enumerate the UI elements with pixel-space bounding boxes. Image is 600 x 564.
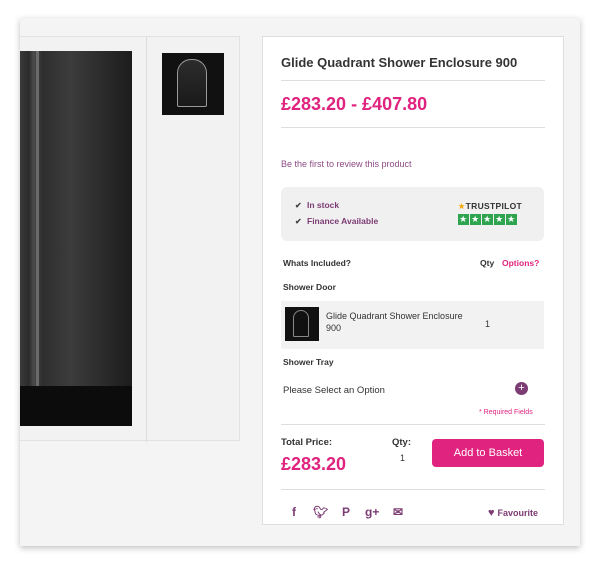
- pinterest-icon[interactable]: P: [339, 505, 353, 519]
- rating-star-icon: ★: [493, 214, 505, 225]
- trustpilot-star-icon: ★: [457, 201, 466, 211]
- qty-heading: Qty: [480, 258, 495, 268]
- check-icon: ✔: [295, 201, 302, 210]
- favourite-label: Favourite: [497, 508, 539, 518]
- door-handle-bar: [36, 51, 39, 426]
- door-thumbnail: [285, 307, 319, 341]
- enclosure-glass-icon: [177, 59, 207, 107]
- finance-line: ✔ Finance Available: [295, 216, 378, 226]
- twitter-icon[interactable]: 🐦︎: [313, 505, 328, 519]
- rating-star-icon: ★: [457, 214, 469, 225]
- divider: [281, 424, 545, 425]
- door-qty: 1: [485, 319, 491, 329]
- email-icon[interactable]: ✉: [391, 505, 405, 519]
- enclosure-glass-icon: [293, 310, 309, 337]
- trustpilot-badge[interactable]: ★TRUSTPILOT ★ ★ ★ ★ ★: [457, 201, 522, 225]
- finance-text: Finance Available: [307, 216, 379, 226]
- page-frame: Glide Quadrant Shower Enclosure 900 £283…: [20, 18, 580, 546]
- gallery-thumbnail[interactable]: [162, 53, 224, 115]
- check-icon: ✔: [295, 217, 302, 226]
- shower-door-label: Shower Door: [283, 282, 336, 292]
- rating-star-icon: ★: [469, 214, 481, 225]
- rating-star-icon: ★: [481, 214, 493, 225]
- facebook-icon[interactable]: f: [287, 505, 301, 519]
- total-price-label: Total Price:: [281, 437, 333, 448]
- google-plus-icon[interactable]: g+: [365, 505, 379, 519]
- shower-tray-label: Shower Tray: [283, 357, 334, 367]
- favourite-button[interactable]: ♥ Favourite: [488, 507, 538, 519]
- trustpilot-rating: ★ ★ ★ ★ ★: [457, 214, 522, 225]
- shower-door-row: Glide Quadrant Shower Enclosure 900 1: [281, 301, 544, 349]
- required-fields-note: * Required Fields: [479, 409, 533, 416]
- product-title: Glide Quadrant Shower Enclosure 900: [281, 55, 518, 70]
- divider: [281, 127, 545, 128]
- qty-value[interactable]: 1: [400, 453, 405, 463]
- social-share: f 🐦︎ P g+ ✉: [287, 505, 405, 519]
- product-gallery: [20, 36, 240, 442]
- divider: [281, 80, 545, 81]
- in-stock-line: ✔ In stock: [295, 200, 339, 210]
- divider: [281, 489, 545, 490]
- add-to-basket-button[interactable]: Add to Basket: [432, 439, 544, 467]
- total-price: £283.20: [281, 454, 347, 474]
- qty-label: Qty:: [392, 437, 411, 448]
- rating-star-icon: ★: [505, 214, 517, 225]
- trustpilot-label: TRUSTPILOT: [465, 201, 522, 211]
- options-link[interactable]: Options?: [502, 258, 539, 268]
- price-range: £283.20 - £407.80: [281, 94, 428, 114]
- product-info-panel: Glide Quadrant Shower Enclosure 900 £283…: [262, 36, 564, 525]
- in-stock-text: In stock: [307, 200, 340, 210]
- review-link[interactable]: Be the first to review this product: [281, 159, 412, 169]
- gallery-divider: [146, 37, 147, 442]
- shower-tray-select[interactable]: Please Select an Option: [283, 385, 385, 396]
- heart-icon: ♥: [488, 507, 495, 519]
- add-option-plus-icon[interactable]: +: [515, 382, 528, 395]
- main-product-image[interactable]: [20, 51, 132, 426]
- stock-box: ✔ In stock ✔ Finance Available ★TRUSTPILOT…: [281, 187, 544, 241]
- door-item-name: Glide Quadrant Shower Enclosure 900: [326, 311, 463, 333]
- whats-included-heading: Whats Included?: [283, 258, 351, 268]
- shower-base: [20, 386, 132, 426]
- trustpilot-logo: ★TRUSTPILOT: [458, 201, 522, 212]
